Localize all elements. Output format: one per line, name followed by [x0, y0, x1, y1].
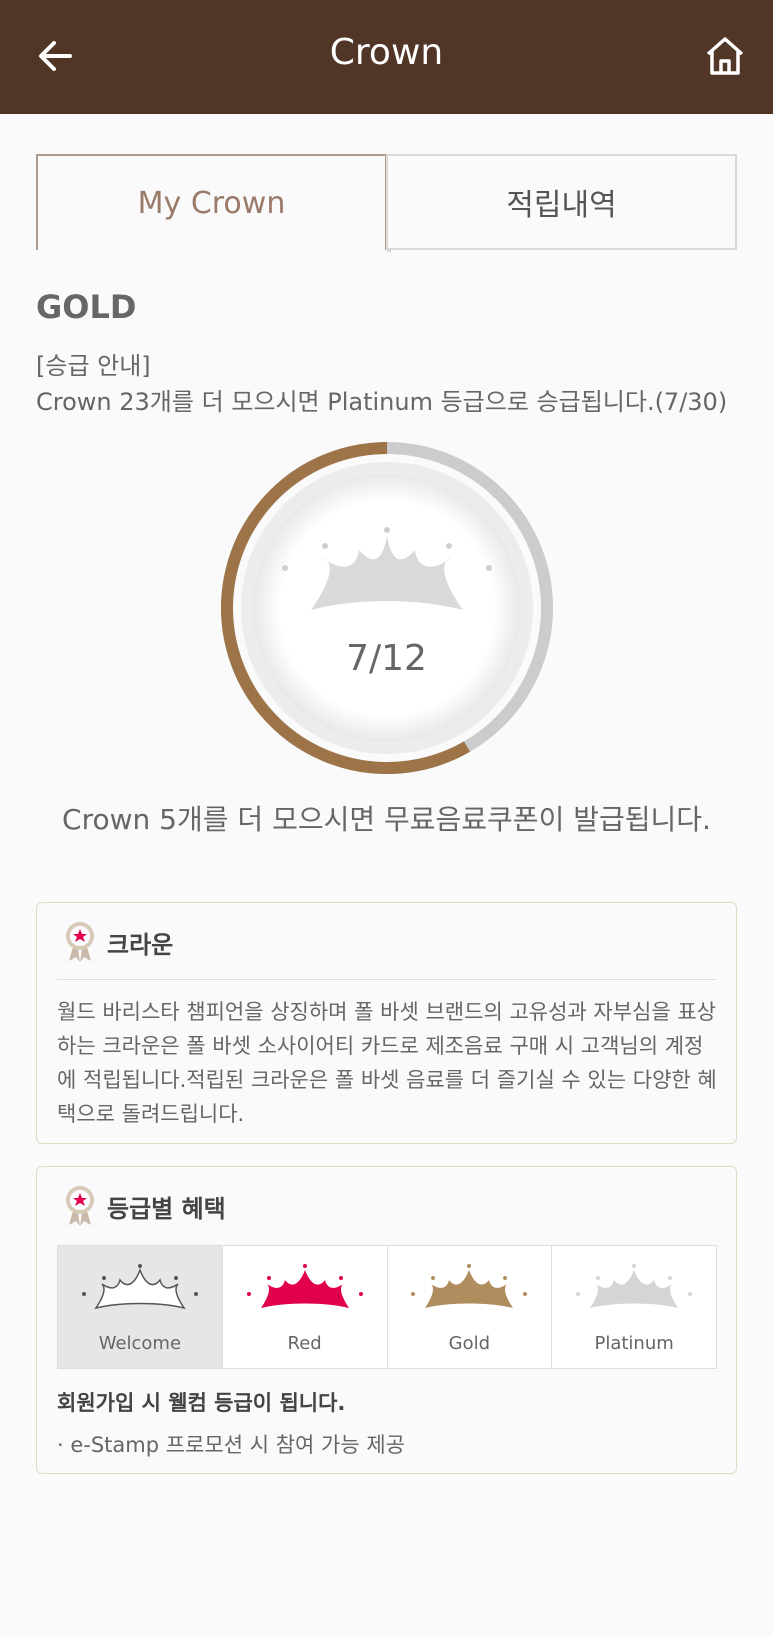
grade-red[interactable]: Red	[222, 1246, 388, 1368]
coupon-notice: Crown 5개를 더 모으시면 무료음료쿠폰이 발급됩니다.	[62, 803, 711, 836]
grade-gold[interactable]: Gold	[387, 1246, 553, 1368]
grade-selector: Welcome Red Gold Platinum	[57, 1245, 717, 1369]
page-title: Crown	[329, 32, 444, 73]
crown-welcome-icon	[81, 1264, 198, 1310]
grade-label: Platinum	[594, 1333, 674, 1354]
crown-red-icon	[246, 1264, 363, 1308]
grade-label: Welcome	[98, 1333, 182, 1354]
crown-info-header: 크라운	[65, 921, 173, 963]
tab-history[interactable]: 적립내역	[386, 154, 737, 250]
crown-gold-icon	[411, 1264, 528, 1308]
award-badge-icon	[66, 1186, 94, 1226]
crown-progress-gauge	[221, 442, 553, 774]
grade-benefit-description: 회원가입 시 웰컴 등급이 됩니다.	[57, 1391, 346, 1415]
divider	[57, 979, 716, 980]
grade-label: Gold	[448, 1333, 491, 1354]
grade-welcome[interactable]: Welcome	[58, 1246, 223, 1368]
crown-info-title: 크라운	[107, 930, 174, 959]
tab-my-crown[interactable]: My Crown	[36, 154, 391, 252]
crown-platinum-icon	[576, 1264, 693, 1308]
crown-info-body: 월드 바리스타 챔피언을 상징하며 폴 바셋 브랜드의 고유성과 자부심을 표상…	[57, 1000, 717, 1126]
crown-info-card: 크라운 월드 바리스타 챔피언을 상징하며 폴 바셋 브랜드의 고유성과 자부심…	[36, 902, 737, 1144]
grade-benefit-header: 등급별 혜택	[65, 1185, 226, 1227]
award-badge-icon	[66, 922, 94, 962]
grade-label: Red	[287, 1333, 322, 1354]
grade-guide-title: [승급 안내]	[36, 352, 151, 380]
grade-guide: [승급 안내] Crown 23개를 더 모으시면 Platinum 등급으로 …	[36, 348, 727, 420]
tab-bar: My Crown 적립내역	[36, 154, 737, 252]
grade-name: GOLD	[36, 288, 137, 326]
grade-benefit-title: 등급별 혜택	[107, 1194, 226, 1223]
grade-platinum[interactable]: Platinum	[552, 1246, 716, 1368]
grade-guide-text: Crown 23개를 더 모으시면 Platinum 등급으로 승급됩니다.(7…	[36, 388, 728, 416]
app-header: Crown	[0, 0, 773, 114]
home-icon	[706, 37, 744, 75]
gauge-count: 7/12	[346, 638, 427, 679]
grade-benefit-card: 등급별 혜택 Welcome Red Gold Platinum 회원가입 시 …	[36, 1166, 737, 1474]
home-button[interactable]	[703, 34, 747, 78]
grade-benefit-item: · e-Stamp 프로모션 시 참여 가능 제공	[57, 1433, 405, 1457]
